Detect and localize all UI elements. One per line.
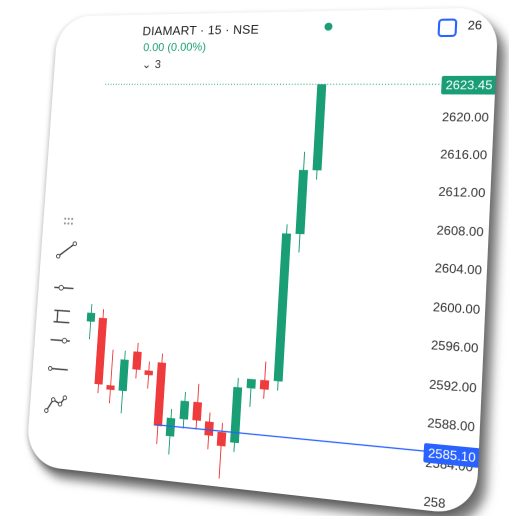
horizontal-line-icon[interactable] — [48, 329, 72, 352]
path-icon[interactable] — [43, 393, 67, 416]
collapse-indicators-button[interactable]: ⌄ 3 — [142, 58, 162, 71]
candle-body — [260, 380, 269, 390]
candle-body — [217, 432, 227, 447]
top-right-label: 26 — [467, 18, 482, 33]
fib-icon[interactable] — [50, 305, 74, 328]
candle-body — [87, 313, 96, 322]
crosshair-line — [155, 425, 437, 453]
price-axis-label: 2604.00 — [434, 261, 482, 278]
indicator-count: 3 — [154, 58, 161, 71]
ray-icon[interactable] — [46, 358, 70, 381]
candle-body — [106, 385, 114, 390]
trend-line-icon[interactable] — [54, 239, 78, 261]
candlestick-chart[interactable] — [26, 7, 499, 516]
horizontal-ray-icon[interactable] — [52, 277, 76, 299]
candle-body — [295, 170, 308, 234]
candle-body — [204, 421, 213, 436]
candle-body — [313, 84, 327, 170]
candle-body — [119, 359, 129, 391]
square-button-icon[interactable] — [437, 18, 457, 37]
price-axis-label: 2600.00 — [433, 299, 481, 317]
candle-body — [274, 233, 291, 381]
candle-body — [180, 401, 190, 420]
last-price-tag: 2623.45 — [441, 76, 497, 95]
price-axis-label: 2620.00 — [442, 109, 489, 124]
dots-handle-icon[interactable] — [56, 211, 80, 233]
chart-screen: DIAMART · 15 · NSE 0.00 (0.00%) ⌄ 3 26 2… — [26, 7, 499, 516]
price-change: 0.00 (0.00%) — [143, 40, 207, 54]
candle-body — [154, 362, 166, 426]
candle-body — [144, 370, 153, 375]
price-axis-label: 2612.00 — [438, 185, 486, 201]
price-axis-label: 2608.00 — [436, 223, 484, 240]
chevron-down-icon: ⌄ — [142, 58, 152, 71]
candle-body — [247, 379, 256, 389]
candle-body — [192, 402, 202, 421]
price-axis-label: 2616.00 — [440, 147, 488, 162]
candle-body — [230, 387, 242, 443]
candle-body — [132, 351, 141, 370]
candle-wick — [109, 350, 113, 403]
candle-body — [94, 318, 107, 385]
symbol-title[interactable]: DIAMART · 15 · NSE — [142, 22, 259, 38]
